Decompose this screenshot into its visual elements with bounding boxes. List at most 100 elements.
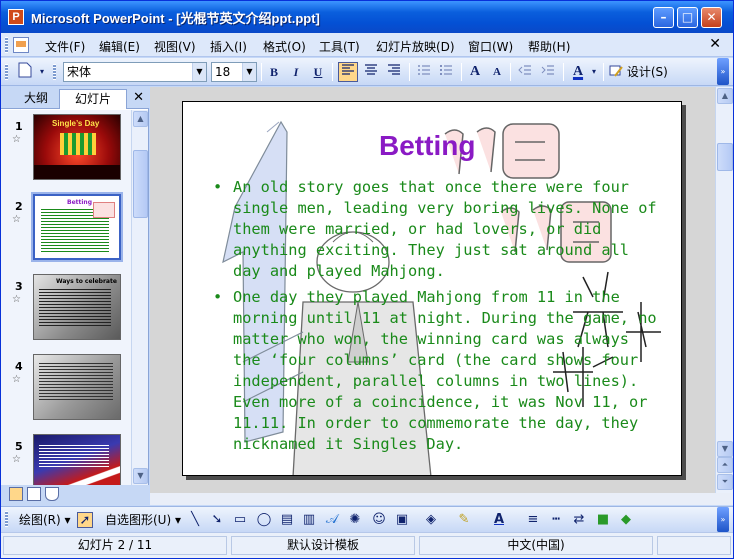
scroll-down-icon[interactable]: ▼	[717, 441, 733, 457]
toolbar-separator	[261, 63, 262, 81]
toolbar-grip-2[interactable]	[53, 64, 56, 80]
slide-thumbnail-5[interactable]	[33, 434, 121, 485]
menubar-grip[interactable]	[5, 37, 8, 53]
rectangle-icon[interactable]: ▭	[232, 512, 248, 528]
thumb-text-lines	[39, 443, 109, 469]
bullets-icon[interactable]	[436, 62, 456, 82]
arrow-icon[interactable]: ➘	[209, 512, 225, 528]
3d-style-icon[interactable]: ◆	[618, 512, 634, 528]
maximize-button[interactable]: □	[677, 7, 698, 28]
slide-thumbnail-1[interactable]: Single’s Day	[33, 114, 121, 180]
menu-format[interactable]: 格式(O)	[263, 38, 306, 55]
powerpoint-app-icon[interactable]: P	[8, 9, 24, 25]
increase-indent-icon[interactable]	[538, 62, 558, 82]
menu-tools[interactable]: 工具(T)	[319, 38, 360, 55]
bullet-point: An old story goes that once there were f…	[213, 177, 658, 282]
draw-menu-button[interactable]: 绘图(R) ▾	[19, 511, 71, 529]
tab-slides[interactable]: 幻灯片	[59, 89, 127, 109]
dash-style-icon[interactable]: ┅	[548, 512, 564, 528]
fill-color-icon[interactable]: ◈	[423, 512, 439, 528]
oval-icon[interactable]: ◯	[256, 512, 272, 528]
slide-vertical-scrollbar[interactable]: ▲ ▼ ⏶ ⏷	[715, 87, 733, 493]
font-color-icon[interactable]: A	[491, 512, 507, 528]
slide-thumbnail-list: 1 ☆ Single’s Day 2 ☆ Betting 3 ☆ Ways to…	[1, 110, 131, 485]
menu-bar: 文件(F) 编辑(E) 视图(V) 插入(I) 格式(O) 工具(T) 幻灯片放…	[1, 33, 733, 57]
next-slide-icon[interactable]: ⏷	[717, 474, 733, 490]
align-right-button[interactable]	[384, 62, 404, 82]
scrollbar-thumb[interactable]	[717, 143, 733, 171]
scroll-up-icon[interactable]: ▲	[133, 111, 148, 127]
align-left-button[interactable]	[338, 62, 358, 82]
shadow-style-icon[interactable]: ■	[595, 512, 611, 528]
scroll-up-icon[interactable]: ▲	[717, 88, 733, 104]
menu-help[interactable]: 帮助(H)	[528, 38, 570, 55]
menu-edit[interactable]: 编辑(E)	[99, 38, 140, 55]
slide-number: 2	[15, 200, 23, 213]
clip-art-icon[interactable]: ☺	[371, 512, 387, 528]
new-dropdown-icon[interactable]: ▾	[37, 62, 47, 82]
chevron-down-icon[interactable]: ▼	[192, 63, 206, 81]
pane-tabs: 大纲 幻灯片 ✕	[1, 87, 149, 109]
increase-font-size-icon[interactable]: A	[465, 62, 485, 82]
slide-thumbnail-2[interactable]: Betting	[31, 192, 123, 262]
new-document-icon[interactable]	[15, 62, 35, 82]
menu-file[interactable]: 文件(F)	[45, 38, 85, 55]
toolbar-options-icon[interactable]: »	[717, 507, 729, 532]
close-button[interactable]: ✕	[701, 7, 722, 28]
underline-button[interactable]: U	[308, 62, 328, 82]
line-color-icon[interactable]: ✎	[456, 512, 472, 528]
autoshapes-label: 自选图形(U)	[105, 513, 172, 527]
toolbar-grip[interactable]	[5, 511, 8, 527]
previous-slide-icon[interactable]: ⏶	[717, 457, 733, 473]
transition-star-icon: ☆	[12, 294, 21, 305]
font-name-combo[interactable]: 宋体 ▼	[63, 62, 207, 82]
arrow-style-icon[interactable]: ⇄	[571, 512, 587, 528]
slide-title[interactable]: Betting	[379, 130, 475, 162]
slide-canvas[interactable]: Betting An old story goes that once ther…	[182, 101, 682, 476]
slide-thumbnail-4[interactable]	[33, 354, 121, 420]
normal-view-icon[interactable]	[9, 487, 23, 501]
font-color-button[interactable]: A	[568, 62, 588, 82]
slide-sorter-view-icon[interactable]	[27, 487, 41, 501]
line-icon[interactable]: ╲	[187, 512, 203, 528]
slide-thumbnail-3[interactable]: Ways to celebrate	[33, 274, 121, 340]
tab-outline[interactable]: 大纲	[11, 89, 61, 109]
menu-window[interactable]: 窗口(W)	[468, 38, 513, 55]
slideshow-view-icon[interactable]	[45, 487, 59, 501]
menu-slideshow[interactable]: 幻灯片放映(D)	[376, 38, 455, 55]
font-color-dropdown-icon[interactable]: ▾	[589, 62, 599, 82]
autoshapes-menu-button[interactable]: 自选图形(U) ▾	[105, 511, 181, 529]
transition-star-icon: ☆	[12, 454, 21, 465]
scroll-down-icon[interactable]: ▼	[133, 468, 148, 484]
decrease-font-size-icon[interactable]: A	[487, 62, 507, 82]
toolbar-options-icon[interactable]: »	[717, 58, 729, 85]
slides-pane-scrollbar[interactable]: ▲ ▼	[131, 110, 148, 485]
toolbar-grip[interactable]	[5, 64, 8, 80]
line-style-icon[interactable]: ≡	[525, 512, 541, 528]
design-button[interactable]: 设计(S)	[609, 62, 671, 82]
numbering-icon[interactable]	[414, 62, 434, 82]
horizontal-scrollbar[interactable]	[150, 493, 733, 505]
align-center-button[interactable]	[361, 62, 381, 82]
decrease-indent-icon[interactable]	[515, 62, 535, 82]
wordart-icon[interactable]: 𝒜	[324, 512, 340, 528]
menu-view[interactable]: 视图(V)	[154, 38, 196, 55]
bold-button[interactable]: B	[264, 62, 284, 82]
document-icon[interactable]	[13, 37, 29, 53]
close-icon[interactable]: ✕	[133, 90, 144, 105]
select-pointer-icon[interactable]: ➚	[77, 512, 93, 528]
vertical-text-box-icon[interactable]: ▥	[301, 512, 317, 528]
toolbar-separator	[603, 63, 604, 81]
slide-body-text[interactable]: An old story goes that once there were f…	[213, 177, 658, 460]
diagram-icon[interactable]: ✺	[347, 512, 363, 528]
thumb-text-lines	[39, 361, 113, 401]
chevron-down-icon[interactable]: ▼	[242, 63, 256, 81]
text-box-icon[interactable]: ▤	[279, 512, 295, 528]
scrollbar-thumb[interactable]	[133, 150, 148, 218]
minimize-button[interactable]: –	[653, 7, 674, 28]
picture-icon[interactable]: ▣	[394, 512, 410, 528]
menu-insert[interactable]: 插入(I)	[210, 38, 247, 55]
italic-button[interactable]: I	[286, 62, 306, 82]
font-size-combo[interactable]: 18 ▼	[211, 62, 257, 82]
document-close-icon[interactable]: ✕	[709, 36, 721, 52]
